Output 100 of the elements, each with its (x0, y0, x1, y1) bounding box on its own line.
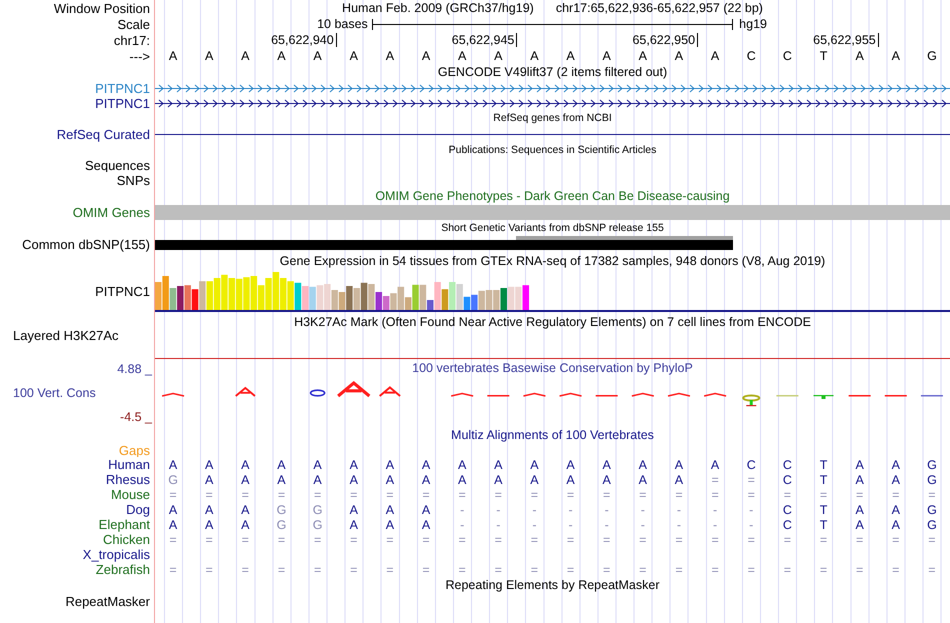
alignment-base: G (927, 518, 937, 532)
alignment-base: T (820, 472, 828, 486)
alignment-base: = (603, 532, 610, 546)
alignment-base: A (674, 472, 684, 486)
alignment-base: A (350, 518, 358, 532)
alignment-base: = (169, 562, 177, 576)
alignment-base: = (748, 472, 755, 486)
sequence-base: A (350, 49, 358, 63)
alignment-base: A (638, 472, 647, 486)
alignment-base: A (530, 458, 539, 472)
track-label[interactable]: SNPs (116, 172, 150, 188)
alignment-base: A (458, 472, 466, 486)
alignment-base: A (205, 502, 214, 516)
alignment-base: = (639, 488, 646, 502)
alignment-base: - (749, 518, 754, 532)
alignment-base: = (892, 532, 900, 546)
alignment-base: A (892, 458, 900, 472)
track-label[interactable]: RepeatMasker (65, 594, 150, 608)
alignment-base: G (168, 472, 178, 486)
alignment-base: = (169, 488, 177, 502)
scale-length: 10 bases (317, 16, 369, 32)
alignment-base: - (496, 502, 500, 516)
alignment-base: = (242, 488, 249, 502)
ruler-tick-label: 65,622,945 (452, 33, 518, 47)
gene-label[interactable]: PITPNC1 (95, 81, 150, 96)
alignment-base: = (386, 562, 394, 576)
alignment-base: = (711, 562, 719, 576)
alignment-base: A (205, 458, 214, 472)
alignment-base: G (312, 518, 322, 532)
track-label[interactable]: Common dbSNP(155) (22, 236, 150, 252)
track-title: Short Genetic Variants from dbSNP release 155 (441, 220, 664, 236)
track-title: Publications: Sequences in Scientific Articles (448, 142, 656, 158)
alignment-base: A (892, 472, 900, 486)
sequence-base: A (422, 49, 430, 63)
alignment-base: A (422, 502, 430, 516)
alignment-base: A (241, 458, 250, 472)
alignment-base: = (784, 562, 792, 576)
track-title: OMIM Gene Phenotypes - Dark Green Can Be Disease-causing (375, 189, 730, 204)
track-label[interactable]: OMIM Genes (72, 205, 150, 220)
alignment-base: A (530, 472, 539, 486)
alignment-base: = (386, 532, 394, 546)
alignment-base: A (855, 472, 864, 486)
alignment-base: G (927, 502, 937, 516)
track-title: RefSeq genes from NCBI (493, 111, 612, 126)
row-label: Window Position (54, 0, 150, 16)
sequence-base: A (168, 49, 178, 63)
ruler-tick-label: 65,622,955 (813, 33, 879, 47)
row-label: chr17: (114, 32, 150, 48)
track-label[interactable]: RefSeq Curated (56, 126, 150, 142)
alignment-base: = (566, 532, 574, 546)
alignment-base: = (748, 488, 755, 502)
strand-label: ---> (129, 48, 150, 64)
alignment-base: G (927, 458, 937, 472)
alignment-base: - (496, 518, 500, 532)
species-label: Rhesus (106, 472, 150, 487)
alignment-base: = (784, 532, 792, 546)
ruler-tick-label: 65,622,950 (632, 33, 698, 47)
alignment-base: = (422, 532, 430, 546)
alignment-base: = (350, 532, 358, 546)
alignment-base: A (494, 458, 502, 472)
alignment-base: - (568, 518, 573, 532)
gene-label[interactable]: PITPNC1 (95, 96, 150, 111)
alignment-base: - (640, 502, 645, 516)
alignment-base: = (530, 562, 538, 576)
alignment-base: A (638, 458, 647, 472)
track-label[interactable]: Sequences (84, 158, 150, 172)
alignment-base: = (639, 562, 646, 576)
alignment-base: = (494, 532, 502, 546)
alignment-base: G (276, 502, 286, 516)
track-title: GENCODE V49lift37 (2 items filtered out) (438, 65, 668, 80)
alignment-base: = (928, 562, 936, 576)
alignment-base: A (313, 472, 322, 486)
alignment-base: C (782, 502, 792, 516)
alignment-base: = (422, 562, 430, 576)
alignment-base: = (748, 562, 755, 576)
alignment-base: = (856, 532, 864, 546)
track-label[interactable]: 100 Vert. Cons (13, 386, 96, 401)
alignment-base: T (820, 518, 828, 532)
alignment-base: = (820, 488, 828, 502)
sequence-base: A (602, 49, 611, 63)
alignment-base: A (350, 458, 358, 472)
alignment-base: A (458, 458, 466, 472)
alignment-base: = (494, 562, 502, 576)
alignment-base: = (820, 562, 828, 576)
alignment-base: = (422, 488, 430, 502)
track-label[interactable]: Layered H3K27Ac (13, 328, 119, 343)
alignment-base: A (350, 502, 358, 516)
alignment-base: - (532, 518, 537, 532)
alignment-base: A (566, 472, 575, 486)
alignment-base: = (278, 488, 286, 502)
track-label[interactable]: PITPNC1 (95, 284, 150, 298)
alignment-base: = (820, 532, 828, 546)
axis-max-label: 4.88 _ (117, 362, 152, 377)
alignment-base: = (494, 488, 502, 502)
species-label: Chicken (103, 532, 150, 547)
alignment-base: A (855, 458, 864, 472)
alignment-base: - (568, 502, 573, 516)
track-title: Repeating Elements by RepeatMasker (445, 578, 660, 592)
alignment-base: C (782, 472, 792, 486)
scale-assembly: hg19 (738, 16, 767, 32)
